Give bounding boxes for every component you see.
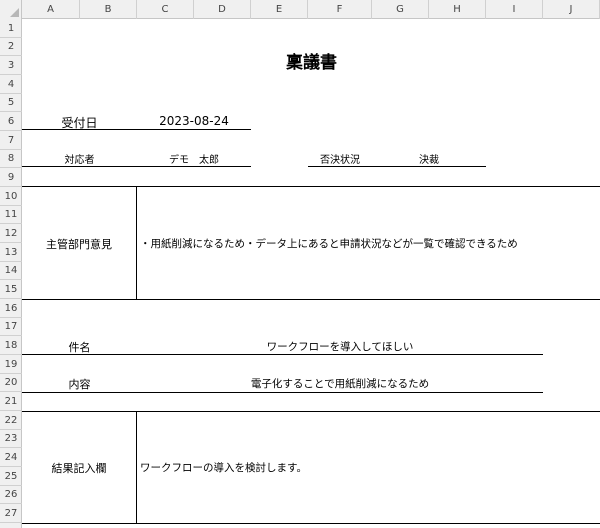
approval-status-value[interactable]: 決裁 [372,151,486,166]
row-header-5[interactable]: 5 [0,94,22,112]
handler-value[interactable]: デモ 太郎 [137,151,251,166]
result-value[interactable]: ワークフローの導入を検討します。 [140,460,307,475]
column-header-c[interactable]: C [137,0,194,19]
column-header-d[interactable]: D [194,0,251,19]
row-header-16[interactable]: 16 [0,299,22,318]
result-bottom-border [22,523,600,524]
result-top-border [22,411,600,412]
spreadsheet-grid[interactable]: A B C D E F G H I J 1 2 3 4 5 6 7 8 9 10… [0,0,600,528]
row-header-6[interactable]: 6 [0,112,22,131]
row-header-21[interactable]: 21 [0,392,22,411]
row-header-18[interactable]: 18 [0,336,22,355]
column-header-f[interactable]: F [308,0,372,19]
row-header-24[interactable]: 24 [0,448,22,467]
opinion-top-border [22,186,600,187]
handler-label: 対応者 [64,155,95,166]
column-header-a[interactable]: A [22,0,80,19]
result-label: 結果記入欄 [51,462,107,475]
row-header-19[interactable]: 19 [0,355,22,374]
dept-opinion-value[interactable]: ・用紙削減になるため・データ上にあると申請状況などが一覧で確認できるため [140,236,518,251]
approval-status-label: 否決状況 [320,155,360,166]
status-underline [308,166,486,167]
document-title: 稟議書 [286,53,337,73]
column-header-i[interactable]: I [486,0,543,19]
content-label: 内容 [68,378,91,391]
row-header-3[interactable]: 3 [0,56,22,75]
row-header-4[interactable]: 4 [0,75,22,94]
row-header-13[interactable]: 13 [0,243,22,262]
result-divider [136,412,137,523]
select-all-triangle-icon [10,8,19,17]
row-header-23[interactable]: 23 [0,430,22,448]
handler-underline [22,166,251,167]
column-header-b[interactable]: B [80,0,137,19]
content-underline [22,392,543,393]
row-header-10[interactable]: 10 [0,187,22,206]
subject-value[interactable]: ワークフローを導入してほしい [137,339,543,354]
column-header-h[interactable]: H [429,0,486,19]
received-date-value[interactable]: 2023-08-24 [137,114,251,128]
column-header-e[interactable]: E [251,0,308,19]
row-header-17[interactable]: 17 [0,318,22,336]
row-header-7[interactable]: 7 [0,131,22,150]
dept-opinion-label: 主管部門意見 [46,238,112,251]
row-header-20[interactable]: 20 [0,374,22,392]
row-header-12[interactable]: 12 [0,224,22,243]
row-header-22[interactable]: 22 [0,411,22,430]
subject-label: 件名 [68,341,91,354]
column-header-j[interactable]: J [543,0,600,19]
row-header-26[interactable]: 26 [0,486,22,504]
row-header-2[interactable]: 2 [0,38,22,56]
row-header-27[interactable]: 27 [0,504,22,523]
row-header-1[interactable]: 1 [0,19,22,38]
row-header-9[interactable]: 9 [0,168,22,187]
content-value[interactable]: 電子化することで用紙削減になるため [137,376,543,391]
row-header-14[interactable]: 14 [0,262,22,280]
column-header-g[interactable]: G [372,0,429,19]
select-all-corner[interactable] [0,0,22,19]
row-header-15[interactable]: 15 [0,280,22,299]
opinion-bottom-border [22,299,600,300]
row-header-25[interactable]: 25 [0,467,22,486]
row-header-11[interactable]: 11 [0,206,22,224]
received-date-label: 受付日 [61,116,98,130]
row-header-8[interactable]: 8 [0,150,22,168]
opinion-divider [136,187,137,299]
